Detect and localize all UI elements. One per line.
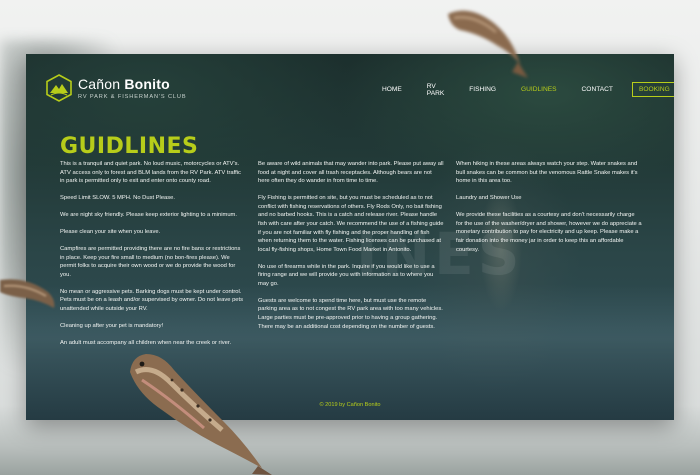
- guideline-paragraph: Fly Fishing is permitted on site, but yo…: [258, 195, 444, 253]
- nav-contact[interactable]: CONTACT: [582, 86, 613, 93]
- guideline-paragraph: Guests are welcome to spend time here, b…: [258, 297, 443, 330]
- brand-tagline: RV PARK & FISHERMAN'S CLUB: [78, 93, 187, 100]
- mountain-hexagon-logo-icon: [46, 74, 72, 102]
- guideline-paragraph: No use of firearms while in the park. In…: [258, 263, 435, 287]
- brand-name: Cañon Bonito: [78, 75, 170, 92]
- guideline-paragraph: An adult must accompany all children whe…: [60, 340, 232, 347]
- nav-fishing[interactable]: FISHING: [469, 86, 496, 93]
- guideline-paragraph: Be aware of wild animals that may wander…: [258, 161, 444, 185]
- leaping-trout-icon: [130, 354, 272, 475]
- guideline-paragraph: This is a tranquil and quiet park. No lo…: [60, 161, 241, 185]
- leaping-trout-icon: [0, 279, 55, 308]
- leaping-trout-icon: [448, 10, 528, 78]
- guidelines-column-2: Be aware of wild animals that may wander…: [258, 160, 444, 340]
- booking-button[interactable]: BOOKING: [631, 82, 674, 97]
- page-title: GUIDLINES: [60, 134, 199, 159]
- guideline-paragraph: Campfires are permitted providing there …: [60, 246, 241, 278]
- guideline-paragraph: Please clean your site when you leave.: [60, 229, 161, 236]
- guideline-paragraph: Cleaning up after your pet is mandatory!: [60, 323, 164, 330]
- guideline-paragraph: We provide these facilities as a courtes…: [456, 212, 642, 253]
- guideline-paragraph: Speed Limit SLOW. 5 MPH. No Dust Please.: [60, 195, 176, 202]
- guideline-paragraph: No mean or aggressive pets. Barking dogs…: [60, 288, 244, 313]
- guideline-subheading: Laundry and Shower Use: [456, 195, 522, 202]
- main-nav: HOME RV PARK FISHING GUIDLINES CONTACT B…: [382, 82, 674, 97]
- guidelines-column-3: When hiking in these areas always watch …: [456, 160, 642, 263]
- site-logo[interactable]: Cañon Bonito RV PARK & FISHERMAN'S CLUB: [46, 74, 187, 102]
- guidelines-column-1: This is a tranquil and quiet park. No lo…: [60, 160, 245, 356]
- nav-rv-park[interactable]: RV PARK: [427, 83, 444, 97]
- nav-home[interactable]: HOME: [382, 86, 402, 93]
- nav-guidlines[interactable]: GUIDLINES: [521, 86, 557, 93]
- guideline-paragraph: We are night sky friendly. Please keep e…: [60, 212, 237, 219]
- guideline-paragraph: When hiking in these areas always watch …: [456, 161, 638, 185]
